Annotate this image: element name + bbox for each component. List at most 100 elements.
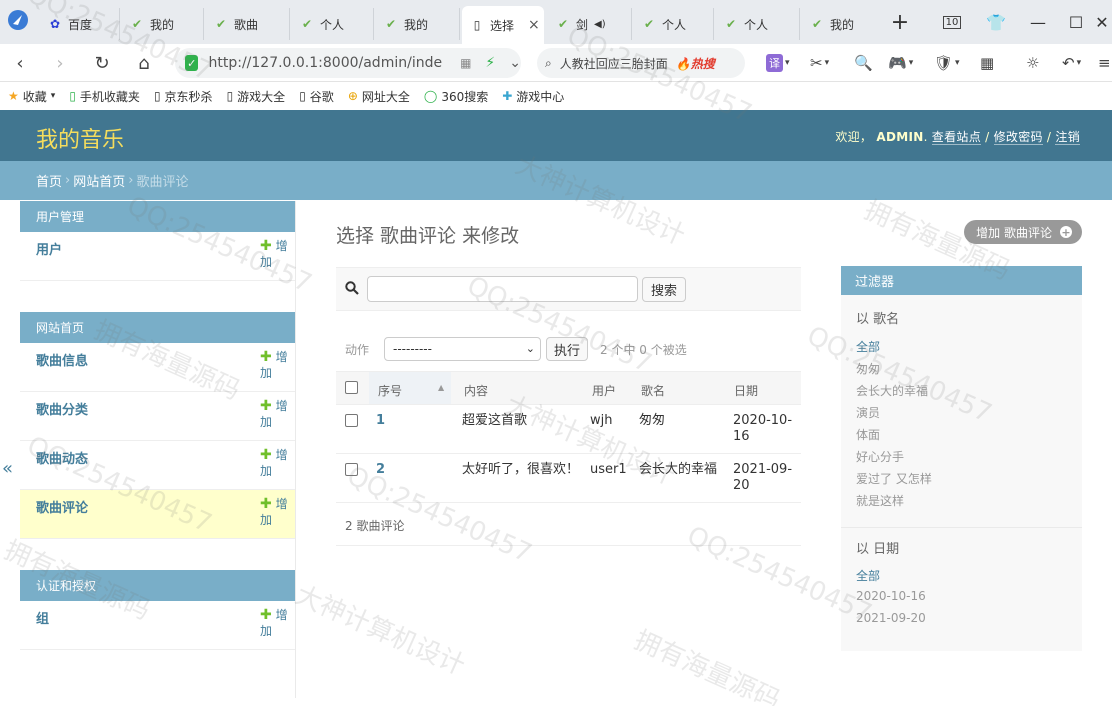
sort-ascending-icon[interactable]: ▲ [438, 383, 444, 392]
undo-icon[interactable]: ↶ ▾ [1062, 53, 1081, 73]
back-icon[interactable]: ‹ [8, 51, 32, 75]
bookmark-jd[interactable]: ▯ 京东秒杀 [154, 88, 213, 105]
minimize-icon[interactable]: — [1026, 10, 1050, 34]
brightness-icon[interactable]: ☼ [1026, 53, 1039, 73]
browser-tab[interactable]: ✔ 歌曲 [206, 8, 290, 40]
search-input[interactable] [367, 276, 638, 302]
filter-option[interactable]: 演员 [856, 404, 880, 421]
lightning-icon[interactable]: ⚡ [485, 55, 495, 71]
select-all-checkbox[interactable] [345, 381, 358, 394]
navigation-compass-icon[interactable] [6, 8, 30, 32]
action-select[interactable]: --------- ⌄ [384, 337, 541, 361]
magnifier-tool-icon[interactable]: 🔍 [854, 53, 873, 73]
qr-icon[interactable]: ▦ [460, 56, 471, 70]
browser-tab[interactable]: ✿ 百度 [40, 8, 120, 40]
tab-label: 剑 [576, 17, 589, 32]
breadcrumb-app-link[interactable]: 网站首页 [73, 171, 125, 190]
filter-option[interactable]: 体面 [856, 426, 880, 443]
site-branding[interactable]: 我的音乐 [36, 122, 124, 154]
add-comment-button[interactable]: 增加 歌曲评论 + [964, 220, 1082, 244]
close-icon[interactable]: × [528, 17, 540, 33]
browser-tab[interactable]: ✔ 剑 ◀) [548, 8, 632, 40]
add-link[interactable]: ✚ 增加 [260, 349, 290, 381]
view-site-link[interactable]: 查看站点 [931, 130, 981, 145]
bookmark-sites[interactable]: ⊕ 网址大全 [348, 88, 410, 105]
logout-link[interactable]: 注销 [1055, 130, 1080, 145]
column-header-user[interactable]: 用户 [592, 382, 616, 399]
filter-option[interactable]: 好心分手 [856, 448, 904, 465]
add-link[interactable]: ✚ 增加 [260, 398, 290, 430]
bookmark-games[interactable]: ▯ 游戏大全 [227, 88, 286, 105]
browser-tab[interactable]: ✔ 我的 [122, 8, 204, 40]
browser-tab[interactable]: ✔ 我的 [802, 8, 880, 40]
add-link[interactable]: ✚ 增加 [260, 496, 290, 528]
column-header-content[interactable]: 内容 [464, 382, 488, 399]
browser-tab[interactable]: ✔ 个人 [716, 8, 800, 40]
module-caption[interactable]: 用户管理 [20, 201, 295, 232]
breadcrumb-home-link[interactable]: 首页 [36, 171, 62, 190]
bookmark-favorites[interactable]: ★ 收藏 ▾ [8, 88, 55, 105]
maximize-icon[interactable]: ☐ [1064, 10, 1088, 34]
bookmark-mobile[interactable]: ▯ 手机收藏夹 [69, 88, 140, 105]
add-link[interactable]: ✚ 增加 [260, 238, 290, 270]
browser-tab[interactable]: ✔ 个人 [292, 8, 374, 40]
filter-option[interactable]: 就是这样 [856, 492, 904, 509]
row-checkbox[interactable] [345, 463, 358, 476]
scissors-icon[interactable]: ✂ ▾ [810, 53, 829, 73]
wallet-icon[interactable]: 🛡 ▾ [934, 53, 960, 73]
row-id-link[interactable]: 2 [376, 462, 385, 478]
browser-tab-active[interactable]: ▯ 选择 × [462, 6, 544, 44]
chevron-down-icon: ⌄ [525, 342, 535, 355]
browser-search-field[interactable]: ⌕ 人教社回应三胎封面 🔥热搜 [537, 48, 745, 78]
close-window-icon[interactable]: ✕ [1090, 10, 1112, 34]
model-link[interactable]: 歌曲动态 [36, 448, 88, 467]
search-button[interactable]: 搜索 [642, 277, 687, 302]
model-link[interactable]: 组 [36, 608, 49, 627]
filter-option[interactable]: 匆匆 [856, 360, 880, 377]
change-password-link[interactable]: 修改密码 [993, 130, 1043, 145]
site-icon: ⊕ [347, 89, 358, 103]
row-id-link[interactable]: 1 [376, 413, 385, 429]
column-header-date[interactable]: 日期 [734, 382, 758, 399]
new-tab-button[interactable]: + [888, 10, 912, 35]
filter-option[interactable]: 全部 [856, 338, 880, 355]
add-link[interactable]: ✚ 增加 [260, 447, 290, 479]
model-link[interactable]: 用户 [36, 239, 62, 258]
module-caption[interactable]: 认证和授权 [20, 570, 295, 601]
model-link[interactable]: 歌曲评论 [36, 497, 88, 516]
cell-song: 匆匆 [639, 413, 666, 428]
filter-option[interactable]: 全部 [856, 567, 880, 584]
model-link[interactable]: 歌曲信息 [36, 350, 88, 369]
translate-button[interactable]: 译 ▾ [766, 53, 790, 73]
table-row: 2 太好听了，很喜欢！ user1 会长大的幸福 2021-09-20 [336, 454, 801, 503]
bookmark-label: 谷歌 [309, 89, 334, 104]
skin-icon[interactable]: 👕 [984, 10, 1008, 34]
column-header-song[interactable]: 歌名 [641, 382, 665, 399]
reload-icon[interactable]: ↻ [90, 51, 114, 75]
bookmark-label: 游戏中心 [516, 89, 565, 104]
add-link[interactable]: ✚ 增加 [260, 607, 290, 639]
menu-icon[interactable]: ≡ [1098, 53, 1111, 73]
run-action-button[interactable]: 执行 [546, 337, 589, 361]
sidebar-toggle-button[interactable]: « [2, 458, 13, 479]
forward-icon[interactable]: › [48, 51, 72, 75]
tab-count-button[interactable]: 10 [940, 10, 964, 34]
bookmark-game-center[interactable]: ✚ 游戏中心 [502, 88, 564, 105]
url-field[interactable]: ✓ http://127.0.0.1:8000/admin/inde ▦ ⚡ ⌄ [175, 48, 521, 78]
model-link[interactable]: 歌曲分类 [36, 399, 88, 418]
browser-tab[interactable]: ✔ 我的 [376, 8, 460, 40]
filter-option[interactable]: 爱过了 又怎样 [856, 470, 932, 487]
browser-tab[interactable]: ✔ 个人 [634, 8, 714, 40]
chevron-down-icon[interactable]: ⌄ [509, 55, 521, 71]
filter-option[interactable]: 会长大的幸福 [856, 382, 928, 399]
filter-option[interactable]: 2020-10-16 [856, 589, 926, 603]
bookmark-google[interactable]: ▯ 谷歌 [299, 88, 334, 105]
row-checkbox[interactable] [345, 414, 358, 427]
apps-grid-icon[interactable]: ▦ [980, 53, 994, 73]
filter-option[interactable]: 2021-09-20 [856, 611, 926, 625]
bookmark-360[interactable]: ◯ 360搜索 [424, 88, 488, 105]
gamepad-icon[interactable]: 🎮 ▾ [888, 53, 913, 73]
column-header-id[interactable]: 序号 [378, 382, 402, 399]
home-icon[interactable]: ⌂ [132, 51, 156, 75]
module-caption[interactable]: 网站首页 [20, 312, 295, 343]
